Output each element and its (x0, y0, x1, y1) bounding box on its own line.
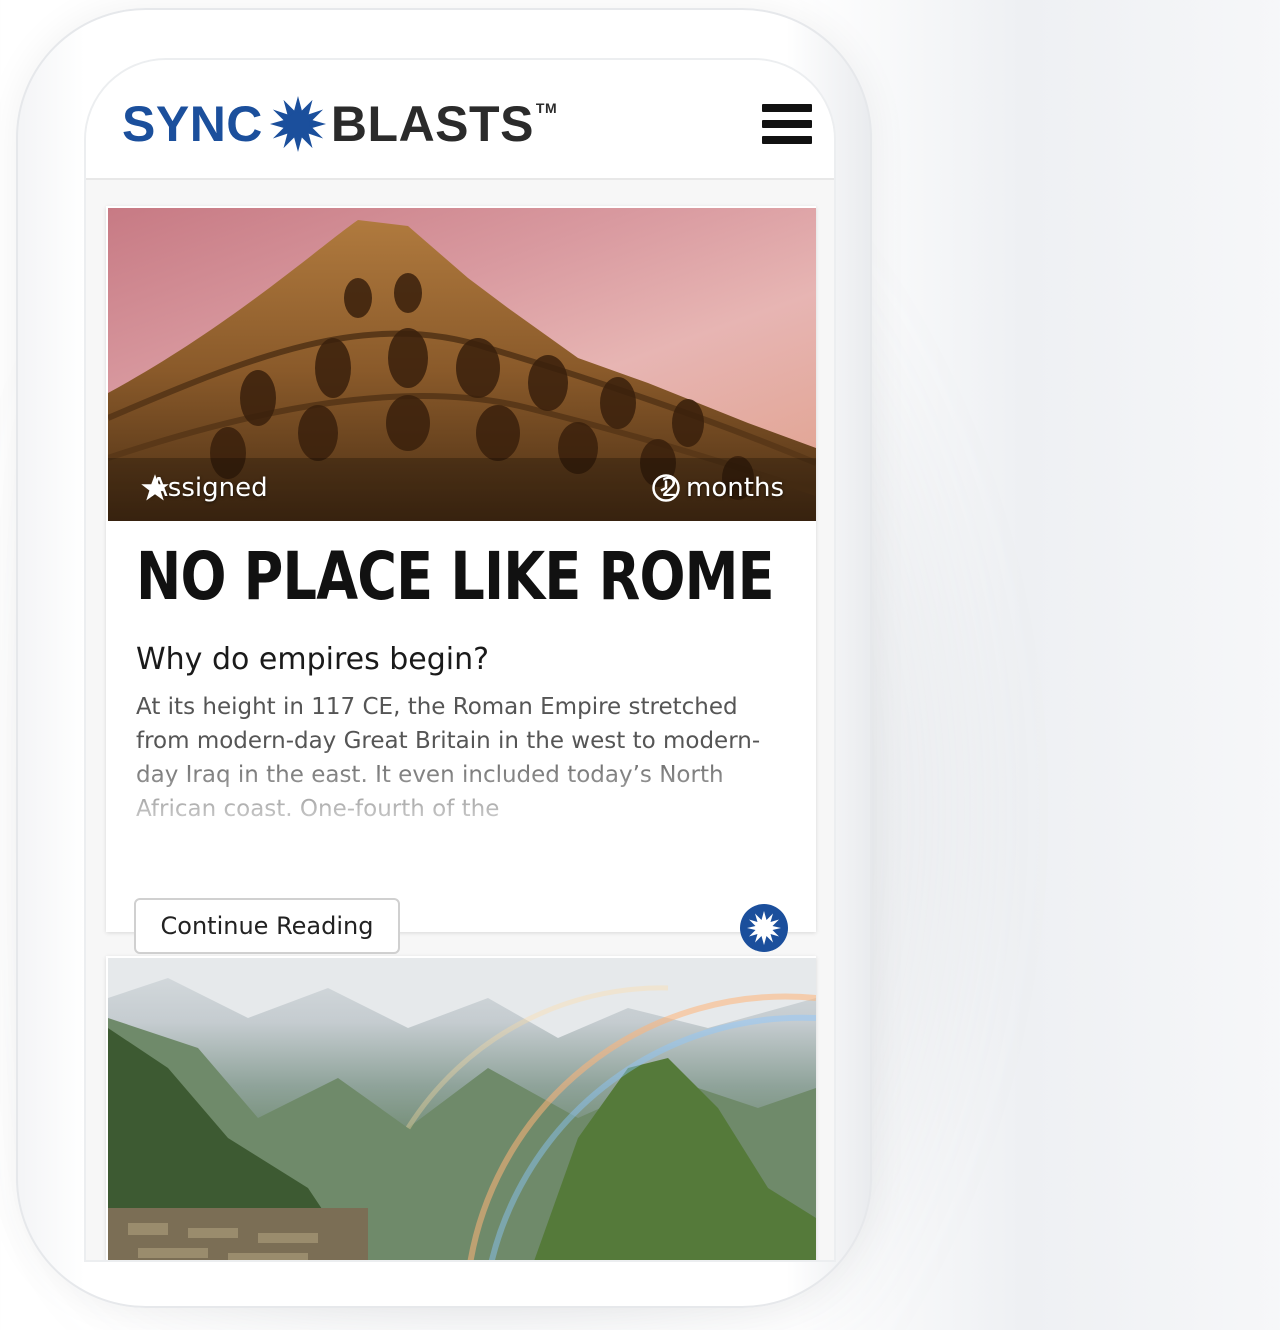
menu-bar (762, 136, 812, 144)
menu-bar (762, 120, 812, 128)
logo-blasts-text: BLASTS (330, 96, 534, 152)
assigned-label: Assigned (140, 473, 268, 503)
trademark-mark: TM (535, 100, 558, 116)
article-question: Why do empires begin? (136, 642, 490, 677)
logo-sync-text: SYNC (122, 96, 263, 152)
app-header: SYNC BLASTS TM (86, 60, 834, 180)
article-title[interactable]: NO PLACE LIKE ROME (136, 538, 775, 615)
time-ago-label: 2 months (651, 473, 784, 503)
continue-reading-button[interactable]: Continue Reading (134, 898, 400, 954)
syncblasts-logo[interactable]: SYNC BLASTS TM (122, 94, 557, 154)
machu-picchu-image (108, 958, 816, 1260)
mountain-illustration (108, 958, 816, 1260)
phone-frame: SYNC BLASTS TM Assigned 2 months NO PLAC… (16, 8, 872, 1308)
colosseum-image: Assigned 2 months (108, 208, 816, 521)
excerpt-fade-overlay (126, 746, 806, 846)
syncblasts-badge-icon[interactable] (740, 904, 788, 952)
hamburger-menu-icon[interactable] (762, 104, 812, 144)
starburst-icon (269, 95, 326, 153)
phone-screen: SYNC BLASTS TM Assigned 2 months NO PLAC… (86, 60, 834, 1260)
article-card[interactable]: Assigned 2 months NO PLACE LIKE ROME Why… (106, 206, 816, 954)
menu-bar (762, 104, 812, 112)
article-card-2[interactable] (106, 956, 816, 1260)
